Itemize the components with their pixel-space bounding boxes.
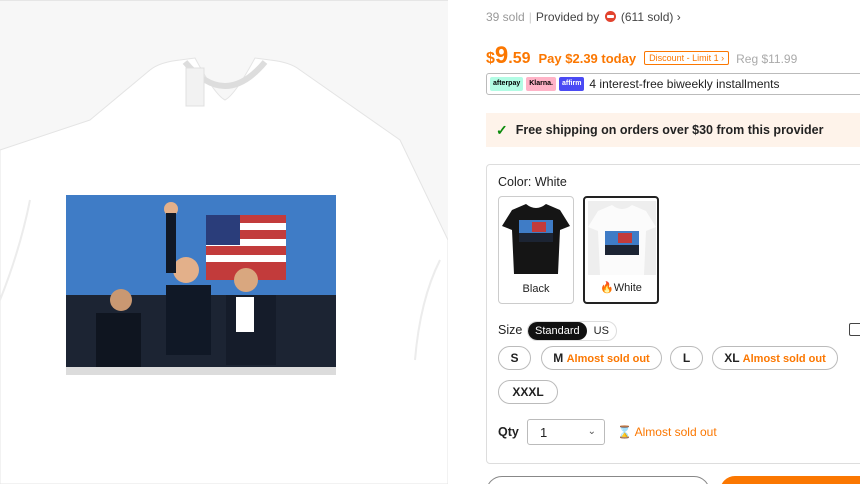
sold-info-row: 39 sold | Provided by (611 sold) › (486, 10, 681, 24)
regular-price: Reg $11.99 (736, 52, 798, 66)
size-option-l[interactable]: L (670, 346, 703, 370)
sold-count: 39 sold (486, 10, 525, 24)
check-icon: ✓ (496, 121, 508, 138)
chevron-down-icon: ⌄ (587, 426, 596, 437)
add-to-cart-button[interactable] (720, 476, 860, 484)
provider-sold-count: (611 sold) (620, 10, 674, 24)
pay-today-text: Pay $2.39 today (538, 51, 637, 66)
product-image-panel (0, 0, 448, 484)
options-panel: Color: White Black 🔥White Size Standard … (486, 164, 860, 464)
qty-value: 1 (540, 425, 548, 440)
installments-text: 4 interest-free biweekly installments (589, 77, 780, 91)
white-shirt-thumbnail (588, 201, 656, 275)
flame-icon: 🔥 (600, 282, 614, 294)
almost-sold-out-tag: Almost sold out (742, 353, 826, 365)
color-swatch-black[interactable]: Black (498, 196, 574, 304)
qty-stock-note: ⌛ Almost sold out (617, 425, 717, 439)
installments-row[interactable]: afterpay Klarna. affirm 4 interest-free … (486, 73, 860, 95)
provider-link[interactable]: Provided by (611 sold) › (536, 10, 681, 24)
size-system-standard[interactable]: Standard (528, 322, 587, 340)
qty-label: Qty (498, 425, 519, 439)
secondary-action-button[interactable] (486, 476, 710, 484)
size-option-xl[interactable]: XL Almost sold out (712, 346, 838, 370)
color-swatch-white[interactable]: 🔥White (583, 196, 659, 304)
chevron-right-icon: › (676, 10, 681, 24)
size-system-us[interactable]: US (587, 322, 616, 340)
swatch-label-white: 🔥White (600, 282, 642, 294)
size-guide-icon[interactable] (849, 323, 860, 336)
price-decimal: .59 (508, 50, 531, 67)
swatch-label-black: Black (522, 283, 550, 295)
qty-select[interactable]: 1 ⌄ (527, 419, 605, 445)
size-label: Size (498, 323, 523, 337)
provided-by-label: Provided by (535, 10, 600, 24)
printed-photo (66, 195, 336, 375)
price-currency: $ (486, 50, 495, 67)
hourglass-icon: ⌛ (617, 425, 632, 439)
discount-tag[interactable]: Discount - Limit 1 › (644, 51, 730, 65)
afterpay-badge: afterpay (490, 77, 524, 91)
size-option-m[interactable]: M Almost sold out (541, 346, 662, 370)
almost-sold-out-tag: Almost sold out (566, 353, 650, 365)
size-system-toggle[interactable]: Standard US (527, 321, 617, 341)
shipping-text: Free shipping on orders over $30 from th… (515, 123, 824, 137)
black-shirt-thumbnail (502, 200, 570, 274)
separator: | (528, 10, 532, 24)
price-integer: 9 (494, 42, 509, 69)
size-option-s[interactable]: S (498, 346, 531, 370)
shop-icon (604, 11, 616, 22)
free-shipping-banner: ✓ Free shipping on orders over $30 from … (486, 113, 860, 147)
affirm-badge: affirm (558, 77, 585, 91)
size-option-xxxl[interactable]: XXXL (498, 380, 558, 404)
klarna-badge: Klarna. (526, 77, 556, 91)
price-row: $9.59 Pay $2.39 today Discount - Limit 1… (486, 42, 797, 70)
product-details-panel: 39 sold | Provided by (611 sold) › $9.59 P… (448, 0, 860, 484)
color-label: Color: White (498, 175, 567, 189)
